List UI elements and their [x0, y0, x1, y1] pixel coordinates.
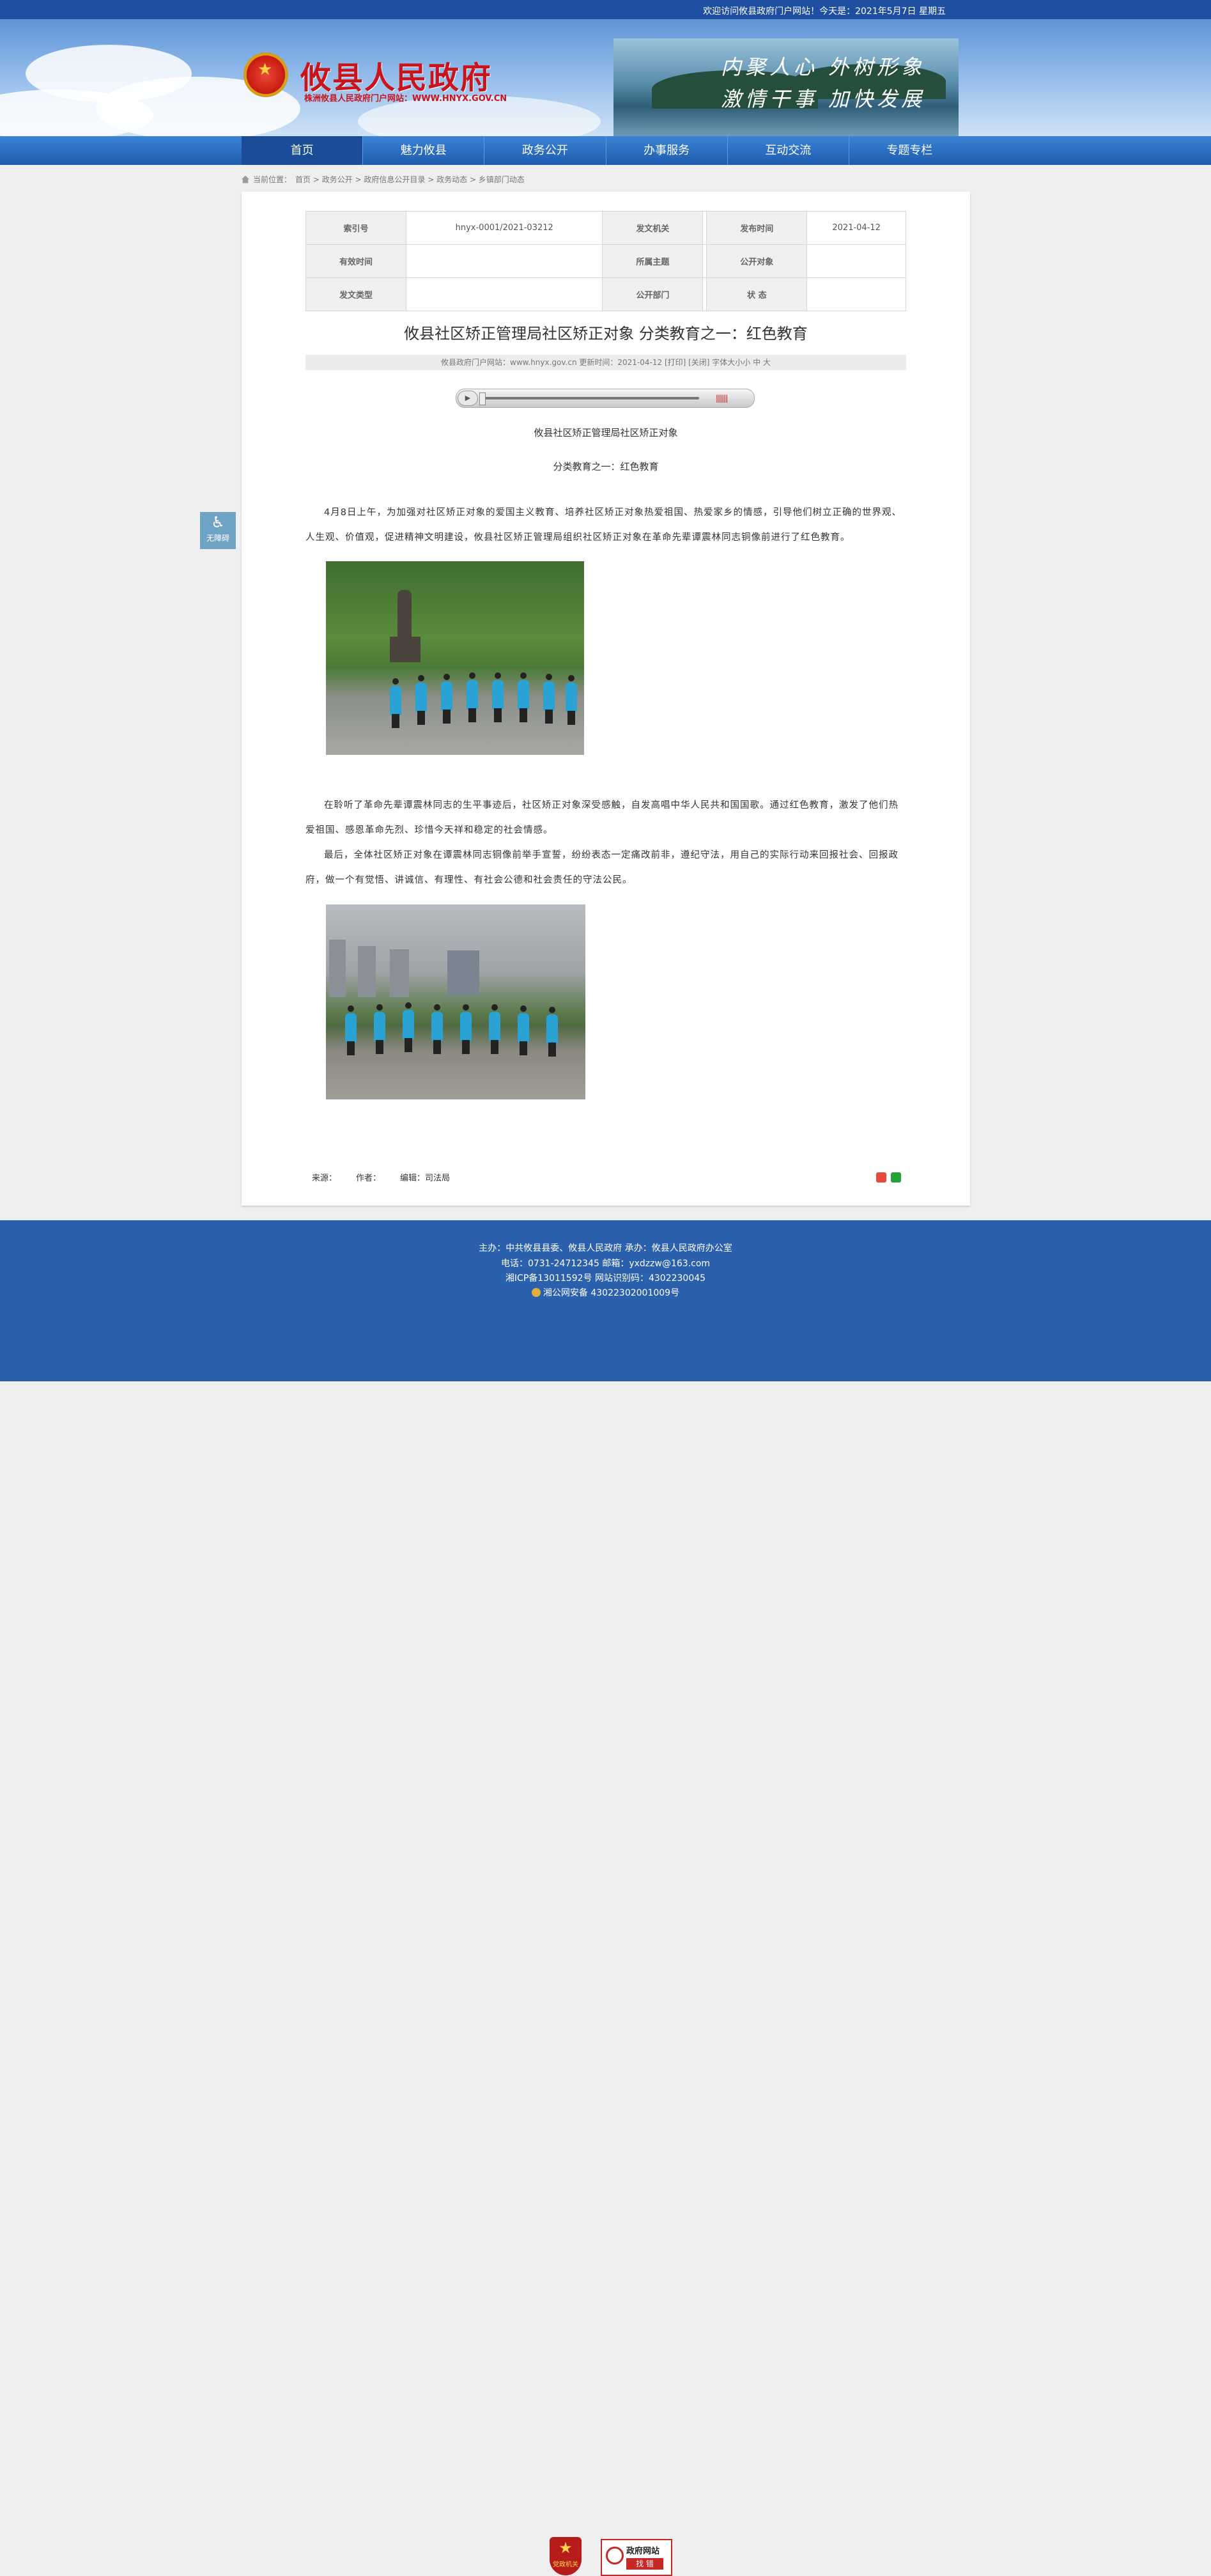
person — [441, 674, 452, 724]
meta-value: hnyx-0001/2021-03212 — [405, 211, 603, 245]
article-info-bar[interactable]: 攸县政府门户网站：www.hnyx.gov.cn 更新时间：2021-04-12… — [305, 355, 906, 370]
nav-services[interactable]: 办事服务 — [606, 136, 728, 165]
footer-sponsor: 主办：中共攸县县委、攸县人民政府 承办：攸县人民政府办公室 — [479, 1243, 732, 1253]
police-badge-icon — [531, 1288, 541, 1297]
breadcrumb: 当前位置： 首页 > 政务公开 > 政府信息公开目录 > 政务动态 > 乡镇部门… — [242, 174, 525, 185]
nav-charm[interactable]: 魅力攸县 — [363, 136, 485, 165]
meta-key: 有效时间 — [305, 244, 406, 278]
article-paragraph-3: 最后，全体社区矫正对象在谭震林同志铜像前举手宣誓，纷纷表态一定痛改前非，遵纪守法… — [305, 850, 899, 885]
slogan-2: 激情干事 加快发展 — [721, 87, 926, 111]
site-url: 株洲攸县人民政府门户网站：WWW.HNYX.GOV.CN — [304, 94, 507, 104]
article-photo-1 — [326, 561, 584, 755]
author-label: 作者： — [356, 1174, 382, 1183]
play-icon[interactable]: ▶ — [458, 391, 478, 406]
statue-pedestal — [390, 637, 420, 662]
building — [390, 949, 409, 997]
editor-label: 编辑：司法局 — [400, 1174, 451, 1183]
person — [431, 1004, 443, 1054]
volume-icon[interactable]: |||||| — [716, 394, 728, 403]
person — [546, 1007, 558, 1057]
main-nav: 首页 魅力攸县 政务公开 办事服务 互动交流 专题专栏 — [0, 136, 1211, 165]
person — [467, 672, 478, 722]
national-emblem-icon: ★ — [243, 52, 288, 97]
meta-value — [405, 277, 603, 311]
person — [518, 672, 529, 722]
person — [492, 672, 504, 722]
weibo-share-icon[interactable] — [876, 1172, 886, 1183]
person — [390, 678, 401, 728]
article-paragraph-2: 在聆听了革命先辈谭震林同志的生平事迹后，社区矫正对象深受感触，自发高唱中华人民共… — [305, 800, 899, 835]
article-photo-2 — [326, 904, 585, 1099]
person — [543, 674, 555, 724]
person — [489, 1004, 500, 1054]
article-panel: 索引号 hnyx-0001/2021-03212 发文机关 发布时间 2021-… — [242, 192, 970, 1206]
nav-home[interactable]: 首页 — [242, 136, 364, 165]
footer-icp[interactable]: 湘ICP备13011592号 网站识别码：4302230045 — [0, 1271, 1211, 1284]
person — [460, 1004, 472, 1054]
nav-topics[interactable]: 专题专栏 — [849, 136, 970, 165]
person — [374, 1004, 385, 1054]
building — [358, 946, 376, 997]
breadcrumb-prefix: 当前位置： — [253, 175, 292, 184]
meta-value — [806, 244, 906, 278]
meta-key: 发文机关 — [602, 211, 704, 245]
magnifier-icon — [606, 2547, 624, 2564]
party-gov-badge[interactable]: ★ 党政机关 — [550, 2537, 582, 2575]
person — [403, 1002, 414, 1052]
article-footer-meta: 来源： 作者： 编辑：司法局 — [312, 1171, 450, 1183]
meta-key: 公开部门 — [602, 277, 704, 311]
nav-gov-affairs[interactable]: 政务公开 — [484, 136, 606, 165]
meta-value: 2021-04-12 — [806, 211, 906, 245]
meta-key: 发文类型 — [305, 277, 406, 311]
progress-track[interactable] — [482, 397, 699, 400]
site-title: 攸县人民政府 — [300, 60, 493, 96]
article-paragraph-1: 4月8日上午，为加强对社区矫正对象的爱国主义教育、培养社区矫正对象热爱祖国、热爱… — [305, 508, 902, 543]
meta-key: 状 态 — [706, 277, 808, 311]
slogan-1: 内聚人心 外树形象 — [721, 55, 926, 79]
table-row: 有效时间 所属主题 公开对象 — [305, 244, 906, 278]
badge-2-bottom: 找 错 — [626, 2558, 663, 2570]
person — [415, 675, 427, 725]
source-label: 来源： — [312, 1174, 337, 1183]
wechat-share-icon[interactable] — [891, 1172, 901, 1183]
accessibility-label: 无障碍 — [206, 534, 229, 543]
accessibility-button[interactable]: ♿ 无障碍 — [200, 512, 236, 549]
person — [566, 675, 577, 725]
table-row: 发文类型 公开部门 状 态 — [305, 277, 906, 311]
badge-1-label: 党政机关 — [553, 2561, 578, 2568]
meta-key: 公开对象 — [706, 244, 808, 278]
badge-2-top: 政府网站 — [626, 2547, 660, 2556]
footer-police-text: 湘公网安备 43022302001009号 — [543, 1288, 680, 1298]
article-heading-1: 攸县社区矫正管理局社区矫正对象 — [534, 427, 678, 438]
article-title: 攸县社区矫正管理局社区矫正对象 分类教育之一：红色教育 — [404, 325, 808, 343]
footer: 主办：中共攸县县委、攸县人民政府 承办：攸县人民政府办公室 电话：0731-24… — [0, 1220, 1211, 2576]
table-row: 索引号 hnyx-0001/2021-03212 发文机关 发布时间 2021-… — [305, 211, 906, 245]
wheelchair-icon: ♿ — [211, 513, 225, 531]
footer-contact: 电话：0731-24712345 邮箱：yxdzzw@163.com — [500, 1259, 711, 1269]
progress-handle[interactable] — [479, 392, 486, 405]
home-icon — [242, 175, 249, 183]
meta-table: 索引号 hnyx-0001/2021-03212 发文机关 发布时间 2021-… — [305, 211, 906, 311]
meta-key: 所属主题 — [602, 244, 704, 278]
nav-interaction[interactable]: 互动交流 — [728, 136, 849, 165]
welcome-text: 欢迎访问攸县政府门户网站！今天是：2021年5月7日 星期五 — [703, 6, 946, 17]
person — [345, 1005, 357, 1055]
footer-police[interactable]: 湘公网安备 43022302001009号 — [0, 1286, 1211, 1299]
person — [518, 1005, 529, 1055]
audio-player[interactable]: ▶ |||||| — [456, 389, 755, 408]
article-heading-2: 分类教育之一：红色教育 — [553, 461, 659, 472]
building — [447, 950, 479, 995]
top-bar: 欢迎访问攸县政府门户网站！今天是：2021年5月7日 星期五 — [0, 0, 1211, 19]
statue — [397, 590, 412, 638]
breadcrumb-path[interactable]: 首页 > 政务公开 > 政府信息公开目录 > 政务动态 > 乡镇部门动态 — [295, 174, 525, 185]
meta-key: 发布时间 — [706, 211, 808, 245]
building — [329, 940, 346, 997]
meta-value — [806, 277, 906, 311]
badge-emblem-icon: ★ — [559, 2539, 573, 2557]
header-banner: ★ 攸县人民政府 株洲攸县人民政府门户网站：WWW.HNYX.GOV.CN 内聚… — [0, 19, 1211, 136]
meta-value — [405, 244, 603, 278]
meta-key: 索引号 — [305, 211, 406, 245]
report-error-badge[interactable]: 政府网站 找 错 — [601, 2539, 672, 2576]
